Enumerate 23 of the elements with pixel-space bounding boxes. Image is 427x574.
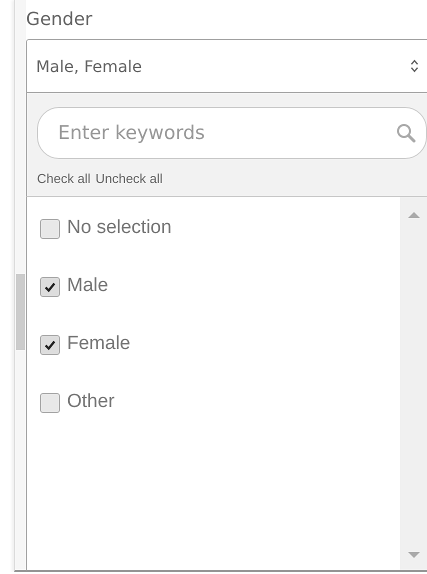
select-value: Male, Female bbox=[36, 56, 143, 76]
search-input[interactable]: Enter keywords bbox=[56, 121, 396, 145]
checkmark-icon bbox=[43, 338, 57, 352]
scroll-up-arrow-icon[interactable] bbox=[408, 212, 420, 218]
scrollbar-thumb[interactable] bbox=[16, 274, 25, 350]
option-label[interactable]: No selection bbox=[67, 217, 172, 239]
option-label[interactable]: Male bbox=[67, 275, 108, 297]
link[interactable]: Uncheck all bbox=[95, 171, 163, 186]
checkbox[interactable] bbox=[40, 335, 60, 355]
checkbox[interactable] bbox=[40, 277, 60, 297]
checkbox[interactable] bbox=[40, 219, 60, 239]
checkmark-icon bbox=[43, 280, 57, 294]
search-icon bbox=[396, 123, 416, 143]
search-field[interactable]: Enter keywords bbox=[37, 107, 427, 159]
option-label[interactable]: Female bbox=[67, 333, 130, 355]
link[interactable]: Check all bbox=[37, 171, 90, 186]
scrollbar[interactable] bbox=[400, 197, 427, 570]
select-field[interactable]: Male, Female bbox=[26, 39, 427, 93]
option-label[interactable]: Other bbox=[67, 391, 115, 413]
scroll-down-arrow-icon[interactable] bbox=[408, 552, 420, 558]
chevron-icon bbox=[410, 59, 419, 73]
field-label: Gender bbox=[26, 8, 94, 32]
checkbox[interactable] bbox=[40, 393, 60, 413]
